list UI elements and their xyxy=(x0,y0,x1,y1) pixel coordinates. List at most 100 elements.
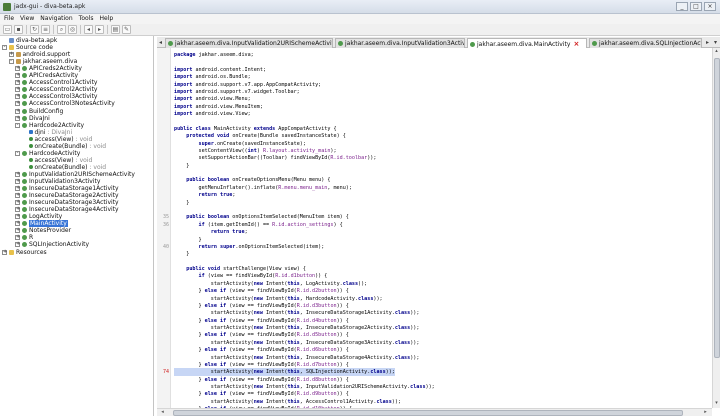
tree-item[interactable]: + InputValidation3Activity xyxy=(15,178,100,185)
close-tab-icon[interactable]: × xyxy=(573,40,579,48)
collapse-icon[interactable]: - xyxy=(8,59,14,65)
expand-icon[interactable]: + xyxy=(15,73,20,79)
sync-icon[interactable]: ↻ xyxy=(30,25,39,34)
expand-icon[interactable]: + xyxy=(15,207,20,213)
scroll-up-icon[interactable]: ▴ xyxy=(713,48,720,55)
code-line[interactable]: import android.view.View; xyxy=(174,110,251,118)
tree-item[interactable]: access(View): void xyxy=(22,136,92,143)
code-line[interactable]: } xyxy=(174,250,189,258)
expand-icon[interactable]: + xyxy=(15,101,20,107)
source-tree[interactable]: diva-beta.apk - Source code + android.suppor… xyxy=(0,36,154,416)
expand-icon[interactable]: + xyxy=(2,249,7,255)
expand-icon[interactable]: + xyxy=(15,179,20,184)
tree-item-label: InputValidation3Activity xyxy=(29,178,101,185)
open-icon[interactable]: ▭ xyxy=(3,25,12,34)
menu-file[interactable]: File xyxy=(4,14,14,24)
tree-item[interactable]: djni: DivaJni xyxy=(22,129,72,136)
collapse-icon[interactable]: - xyxy=(15,122,20,128)
menu-view[interactable]: View xyxy=(20,14,34,24)
tree-item[interactable]: + AccessControl3Activity xyxy=(15,93,97,100)
tree-item[interactable]: onCreate(Bundle): void xyxy=(22,164,106,171)
expand-icon[interactable]: + xyxy=(15,242,20,248)
tree-item[interactable]: + NotesProvider xyxy=(15,227,71,234)
close-button[interactable]: × xyxy=(704,2,716,11)
expand-icon[interactable]: + xyxy=(15,200,20,206)
tree-item[interactable]: + AccessControl3NotesActivity xyxy=(15,100,115,107)
expand-icon[interactable]: + xyxy=(15,171,20,177)
tree-item[interactable]: + InsecureDataStorage1Activity xyxy=(15,185,119,192)
code-editor[interactable]: 35 36 40 74 package jakhar.aseem.diva; impor… xyxy=(157,48,712,408)
tree-item[interactable]: - jakhar.aseem.diva xyxy=(8,58,77,65)
expand-icon[interactable]: + xyxy=(15,214,20,220)
expand-icon[interactable]: + xyxy=(15,80,20,86)
editor-tab[interactable]: jakhar.aseem.diva.SQLInjectionActivity× xyxy=(589,38,702,48)
tree-item[interactable]: onCreate(Bundle): void xyxy=(22,143,106,150)
tab-scroll-left-icon[interactable]: ◂ xyxy=(157,39,164,46)
search-icon[interactable]: ⌕ xyxy=(57,25,66,34)
horizontal-scroll-thumb[interactable] xyxy=(173,410,683,416)
settings-icon[interactable]: ✎ xyxy=(122,25,131,34)
tree-item[interactable]: + MainActivity xyxy=(15,220,68,228)
tree-item[interactable]: + SQLInjectionActivity xyxy=(15,241,89,248)
code-line[interactable]: } xyxy=(174,199,189,207)
maximize-button[interactable]: □ xyxy=(690,2,702,11)
vertical-scrollbar[interactable]: ▴ ▾ xyxy=(712,48,720,408)
tree-item[interactable]: + LogActivity xyxy=(15,213,62,220)
tree-item[interactable]: + InsecureDataStorage4Activity xyxy=(15,206,119,213)
expand-icon[interactable]: + xyxy=(15,115,20,121)
editor-tab[interactable]: jakhar.aseem.diva.InputValidation2URISch… xyxy=(165,38,333,48)
expand-icon[interactable]: + xyxy=(15,87,20,93)
code-line[interactable]: } xyxy=(174,162,189,170)
expand-icon[interactable]: + xyxy=(8,52,14,58)
scroll-down-icon[interactable]: ▾ xyxy=(713,400,720,407)
tree-item[interactable]: + android.support xyxy=(8,51,70,58)
editor-tab[interactable]: jakhar.aseem.diva.InputValidation3Activi… xyxy=(335,38,465,48)
tree-item[interactable]: + InsecureDataStorage3Activity xyxy=(15,199,119,206)
expand-icon[interactable]: + xyxy=(15,228,20,234)
code-line[interactable]: return super.onOptionsItemSelected(item)… xyxy=(174,243,325,251)
tree-item[interactable]: + Resources xyxy=(2,249,47,256)
horizontal-scrollbar[interactable]: ◂ ▸ xyxy=(157,408,712,416)
tree-item[interactable]: + APICreds2Activity xyxy=(15,65,82,72)
menu-help[interactable]: Help xyxy=(99,14,113,24)
scroll-right-icon[interactable]: ▸ xyxy=(702,409,709,416)
forward-icon[interactable]: ▸ xyxy=(95,25,104,34)
back-icon[interactable]: ◂ xyxy=(84,25,93,34)
tab-list-icon[interactable]: ▾ xyxy=(712,39,719,46)
expand-icon[interactable]: + xyxy=(15,108,20,114)
flatten-icon[interactable]: ≡ xyxy=(41,25,50,34)
collapse-icon[interactable]: - xyxy=(2,45,7,51)
expand-icon[interactable]: + xyxy=(15,66,20,72)
expand-icon[interactable]: + xyxy=(15,186,20,192)
tree-item[interactable]: + APICredsActivity xyxy=(15,72,78,79)
code-line[interactable]: package jakhar.aseem.diva; xyxy=(174,51,254,59)
scroll-left-icon[interactable]: ◂ xyxy=(159,409,166,416)
expand-icon[interactable]: + xyxy=(15,221,20,227)
tree-item[interactable]: + AccessControl2Activity xyxy=(15,86,97,93)
tree-item[interactable]: + InsecureDataStorage2Activity xyxy=(15,192,119,199)
code-line[interactable]: setSupportActionBar((Toolbar) findViewBy… xyxy=(174,154,377,162)
tree-item[interactable]: + AccessControl1Activity xyxy=(15,79,97,86)
find-class-icon[interactable]: ◎ xyxy=(68,25,77,34)
tree-item[interactable]: - Source code xyxy=(2,44,53,51)
tree-item[interactable]: + InputValidation2URISchemeActivity xyxy=(15,171,135,178)
menu-tools[interactable]: Tools xyxy=(79,14,94,24)
expand-icon[interactable]: + xyxy=(15,193,20,199)
tab-scroll-right-icon[interactable]: ▸ xyxy=(704,39,711,46)
tree-item[interactable]: access(View): void xyxy=(22,157,92,164)
expand-icon[interactable]: + xyxy=(15,235,20,241)
expand-icon[interactable]: + xyxy=(15,94,20,100)
tree-item[interactable]: - HardcodeActivity xyxy=(15,150,80,157)
save-icon[interactable]: ▪ xyxy=(14,25,23,34)
minimize-button[interactable]: _ xyxy=(676,2,688,11)
decompile-icon[interactable]: ▤ xyxy=(111,25,120,34)
vertical-scroll-thumb[interactable] xyxy=(714,58,720,358)
tree-item[interactable]: diva-beta.apk xyxy=(2,37,57,44)
tree-item[interactable]: + DivaJni xyxy=(15,115,50,122)
collapse-icon[interactable]: - xyxy=(15,150,20,156)
tree-item[interactable]: - Hardcode2Activity xyxy=(15,122,84,129)
tree-item[interactable]: + BuildConfig xyxy=(15,108,63,115)
tree-item-label: AccessControl3NotesActivity xyxy=(29,100,115,108)
tree-item[interactable]: + R xyxy=(15,234,33,241)
menu-navigation[interactable]: Navigation xyxy=(40,14,72,24)
